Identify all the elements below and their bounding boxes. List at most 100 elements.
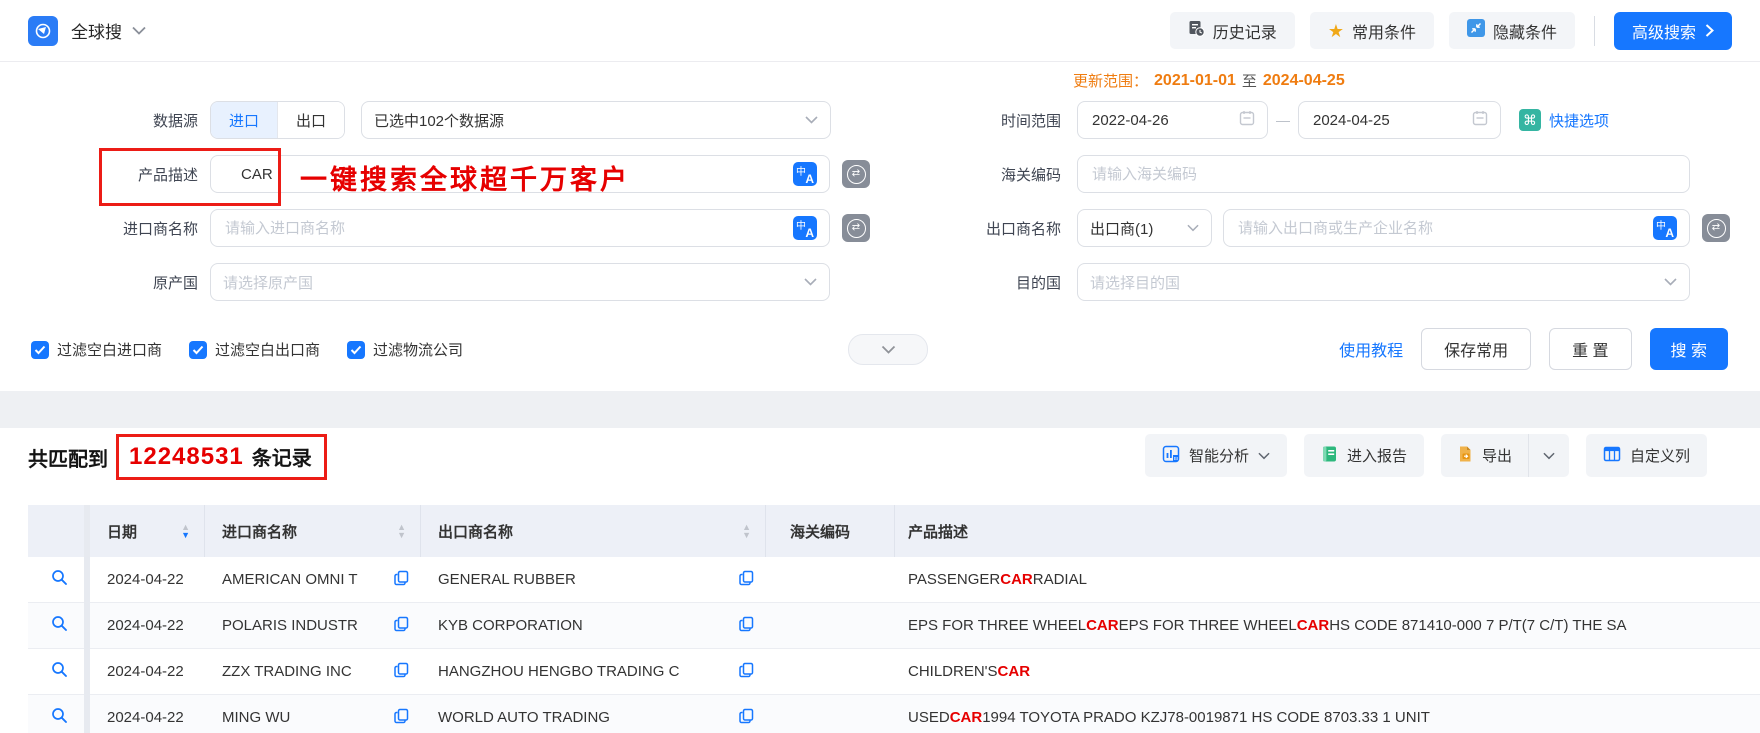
chevron-down-icon xyxy=(1187,219,1199,237)
smart-analysis-label: 智能分析 xyxy=(1188,448,1249,465)
table-header-col-date[interactable]: 日期 ▲ ▼ xyxy=(90,505,205,557)
favorites-label: 常用条件 xyxy=(1351,24,1416,42)
copy-icon[interactable] xyxy=(394,570,409,590)
row-search-icon[interactable] xyxy=(51,569,68,590)
form-right-column: 时间范围 — ⌘ 快捷选项 海关编码 出口商名 xyxy=(894,101,1730,301)
chevron-down-icon[interactable] xyxy=(132,22,146,40)
hide-conditions-label: 隐藏条件 xyxy=(1492,24,1557,42)
table-header-col-importer[interactable]: 进口商名称 ▲ ▼ xyxy=(205,505,421,557)
filter-checkbox-2[interactable]: 过滤物流公司 xyxy=(347,339,463,360)
quick-options-link[interactable]: 快捷选项 xyxy=(1549,110,1609,131)
synonym-search-icon[interactable]: ⇄ xyxy=(842,214,870,242)
top-bar: 全球搜 历史记录 ★ 常用条件 隐藏条件 高级搜索 xyxy=(0,0,1760,62)
cell-col-exporter: WORLD AUTO TRADING xyxy=(421,695,766,733)
table-header-col-exporter[interactable]: 出口商名称 ▲ ▼ xyxy=(421,505,766,557)
global-search-page: 全球搜 历史记录 ★ 常用条件 隐藏条件 高级搜索 更新范围： 2021-01-… xyxy=(0,0,1760,733)
custom-columns-label: 自定义列 xyxy=(1629,448,1690,465)
cell-text: 2024-04-22 xyxy=(107,709,184,726)
exporter-inputbox: 中A xyxy=(1223,209,1690,247)
column-title: 海关编码 xyxy=(790,523,851,541)
date-end-input[interactable] xyxy=(1311,110,1472,130)
synonym-search-icon[interactable]: ⇄ xyxy=(842,160,870,188)
tab-import[interactable]: 进口 xyxy=(211,102,277,138)
custom-columns-button[interactable]: 自定义列 xyxy=(1585,434,1707,477)
cell-col-importer: AMERICAN OMNI T xyxy=(205,557,421,602)
importer-input[interactable] xyxy=(223,218,785,238)
cell-text: GENERAL RUBBER xyxy=(438,571,576,588)
product-text: EPS FOR THREE WHEEL xyxy=(908,617,1087,634)
cell-col-product: PASSENGER CAR RADIAL xyxy=(895,557,1760,602)
hs-code-input[interactable] xyxy=(1090,164,1677,184)
cell-text: AMERICAN OMNI T xyxy=(222,571,358,588)
row-search-icon[interactable] xyxy=(51,661,68,682)
copy-icon[interactable] xyxy=(739,662,754,682)
column-title: 日期 xyxy=(107,523,138,541)
table-header-col-product: 产品描述 xyxy=(895,505,1760,557)
hide-conditions-button[interactable]: 隐藏条件 xyxy=(1448,12,1575,49)
copy-icon[interactable] xyxy=(739,708,754,728)
search-button[interactable]: 搜 索 xyxy=(1649,328,1728,370)
keyword-highlight: CAR xyxy=(949,709,983,726)
tab-export[interactable]: 出口 xyxy=(277,102,344,138)
collapse-form-button[interactable] xyxy=(848,334,928,365)
cell-col-hs-code xyxy=(766,603,895,648)
chevron-down-icon xyxy=(804,273,817,291)
reset-button[interactable]: 重 置 xyxy=(1549,328,1632,370)
translate-icon[interactable]: 中A xyxy=(1653,216,1677,240)
favorites-button[interactable]: ★ 常用条件 xyxy=(1309,12,1434,49)
chevron-down-icon xyxy=(881,345,895,354)
row-search-icon[interactable] xyxy=(51,615,68,636)
cell-col-date: 2024-04-22 xyxy=(90,649,205,694)
checkbox-label: 过滤空白进口商 xyxy=(57,342,163,359)
copy-icon[interactable] xyxy=(394,708,409,728)
row-search-icon[interactable] xyxy=(51,707,68,728)
product-text: HS CODE 871410-000 7 P/T(7 C/T) THE SA xyxy=(1329,617,1627,634)
history-button[interactable]: 历史记录 xyxy=(1169,12,1295,49)
copy-icon[interactable] xyxy=(394,616,409,636)
tutorial-link[interactable]: 使用教程 xyxy=(1339,337,1403,361)
product-text: USED xyxy=(908,709,950,726)
copy-icon[interactable] xyxy=(739,616,754,636)
svg-text:BI: BI xyxy=(1174,456,1178,461)
chevron-down-icon xyxy=(1664,273,1677,291)
chevron-down-icon xyxy=(1543,452,1555,459)
product-desc-input[interactable] xyxy=(223,164,785,184)
smart-analysis-button[interactable]: BI 智能分析 xyxy=(1144,434,1287,477)
update-range-to: 至 xyxy=(1241,73,1257,90)
update-range-label: 更新范围： xyxy=(1073,73,1149,90)
save-conditions-button[interactable]: 保存常用 xyxy=(1421,328,1532,370)
export-button[interactable]: 导出 xyxy=(1441,434,1528,477)
date-start-input[interactable] xyxy=(1090,110,1239,130)
data-source-select[interactable]: 已选中102个数据源 xyxy=(361,101,831,139)
export-dropdown-button[interactable] xyxy=(1527,434,1569,477)
copy-icon[interactable] xyxy=(394,662,409,682)
exporter-input[interactable] xyxy=(1236,218,1645,238)
translate-icon[interactable]: 中A xyxy=(793,216,817,240)
filter-checkbox-0[interactable]: 过滤空白进口商 xyxy=(31,339,162,360)
date-end-inputbox xyxy=(1298,101,1501,139)
frozen-pane-scrollbar[interactable] xyxy=(84,505,90,733)
star-icon: ★ xyxy=(1327,20,1344,41)
product-desc-inputbox: 中A xyxy=(210,155,830,193)
copy-icon[interactable] xyxy=(739,570,754,590)
enter-report-button[interactable]: 进入报告 xyxy=(1303,434,1424,477)
product-desc-label: 产品描述 xyxy=(137,166,198,184)
update-range-end: 2024-04-25 xyxy=(1262,71,1345,89)
results-summary: 共匹配到 12248531 条记录 xyxy=(28,432,327,482)
column-title: 进口商名称 xyxy=(222,523,298,541)
checkbox-checked-icon xyxy=(189,340,208,359)
history-icon xyxy=(1188,20,1205,42)
cell-col-importer: POLARIS INDUSTR xyxy=(205,603,421,648)
cell-col-product: CHILDREN'S CAR xyxy=(895,649,1760,694)
date-range-separator: — xyxy=(1276,112,1290,128)
translate-icon[interactable]: 中A xyxy=(793,162,817,186)
origin-country-select[interactable]: 请选择原产国 xyxy=(210,263,830,301)
cell-col-exporter: KYB CORPORATION xyxy=(421,603,766,648)
keyword-highlight: CAR xyxy=(1000,571,1033,588)
destination-select[interactable]: 请选择目的国 xyxy=(1077,263,1690,301)
synonym-search-icon[interactable]: ⇄ xyxy=(1702,214,1730,242)
keyword-highlight: CAR xyxy=(997,663,1031,680)
exporter-type-select[interactable]: 出口商(1) xyxy=(1077,209,1212,247)
filter-checkbox-1[interactable]: 过滤空白出口商 xyxy=(189,339,320,360)
advanced-search-button[interactable]: 高级搜索 xyxy=(1613,11,1732,50)
